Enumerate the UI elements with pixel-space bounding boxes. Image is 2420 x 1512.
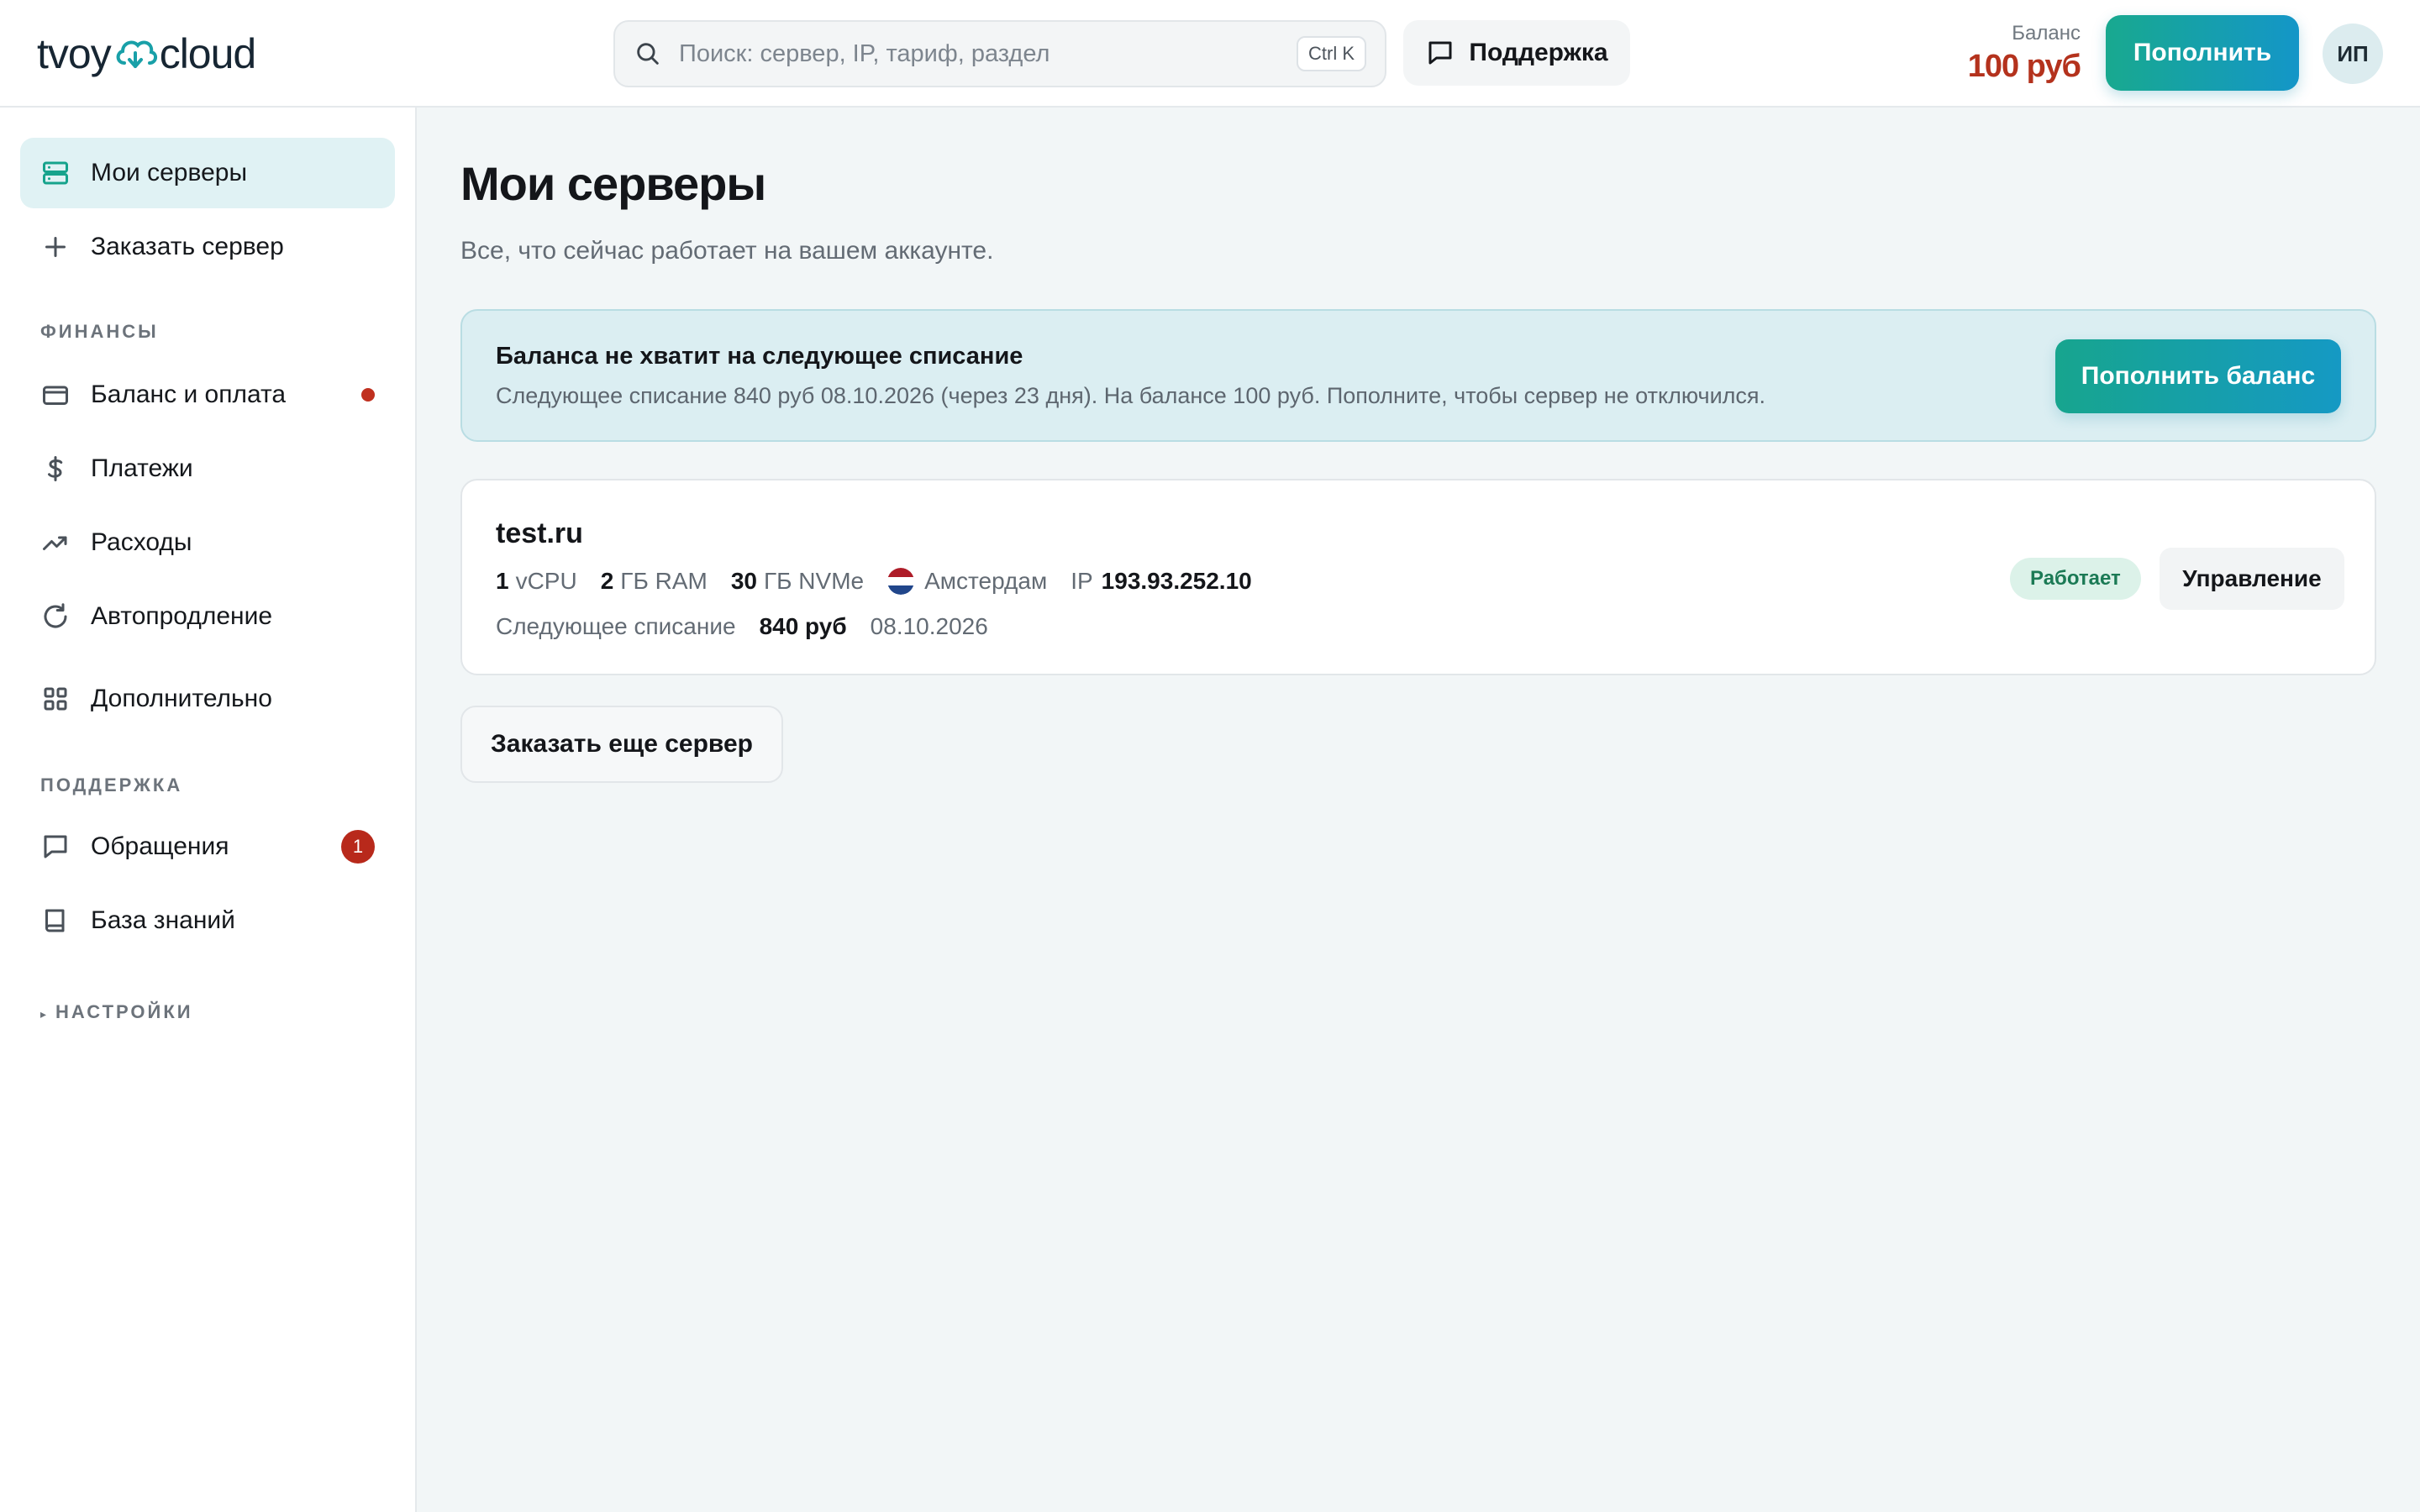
next-charge-date: 08.10.2026 [870, 613, 988, 639]
server-name[interactable]: test.ru [496, 517, 583, 550]
refresh-icon [44, 603, 67, 628]
server-billing: Следующее списание 840 руб 08.10.2026 [496, 613, 1012, 640]
dollar-icon [48, 456, 63, 481]
sidebar-item-label: Обращения [91, 832, 229, 860]
sidebar-item-balance[interactable]: Баланс и оплата [20, 360, 395, 430]
credit-card-icon [43, 386, 68, 405]
page-subtitle: Все, что сейчас работает на вашем аккаун… [460, 237, 994, 265]
spec-ram: 2 ГБ RAM [600, 568, 708, 594]
server-icon [43, 161, 68, 185]
trending-up-icon [43, 536, 67, 550]
sidebar-item-label: Расходы [91, 528, 192, 556]
server-card[interactable]: test.ru 1 vCPU 2 ГБ RAM 30 ГБ NVMe Амстерда… [460, 479, 2376, 675]
section-toggle-settings[interactable]: ▸ НАСТРОЙКИ [40, 1001, 193, 1023]
sidebar-item-label: Баланс и оплата [91, 381, 287, 408]
balance-value: 100 руб [1967, 49, 2081, 84]
low-balance-alert: Баланса не хватит на следующее списание … [460, 309, 2376, 442]
alert-text: Следующее списание 840 руб 08.10.2026 (ч… [496, 383, 1766, 408]
sidebar: Мои серверы Заказать сервер ФИНАНСЫ Бала… [0, 108, 417, 1512]
search-input[interactable]: Поиск: сервер, IP, тариф, раздел Ctrl K [613, 20, 1386, 87]
sidebar-item-expenses[interactable]: Расходы [20, 507, 395, 578]
spec-cpu: 1 vCPU [496, 568, 577, 594]
tickets-count-badge: 1 [341, 830, 375, 864]
sidebar-item-label: Дополнительно [91, 685, 272, 712]
avatar[interactable]: ИП [2323, 24, 2383, 84]
balance-label: Баланс [2012, 22, 2081, 45]
sidebar-item-label: Заказать сервер [91, 233, 284, 260]
search-shortcut: Ctrl K [1297, 36, 1366, 71]
sidebar-item-label: База знаний [91, 906, 235, 934]
chat-icon [1428, 41, 1452, 65]
alert-dot [361, 388, 375, 402]
chat-icon [44, 835, 67, 858]
sidebar-item-order-server[interactable]: Заказать сервер [20, 212, 395, 282]
header-balance: Баланс 100 руб [1968, 22, 2081, 85]
sidebar-item-autorenew[interactable]: Автопродление [20, 581, 395, 652]
section-label-support: ПОДДЕРЖКА [40, 774, 183, 795]
next-charge-label: Следующее списание [496, 613, 736, 639]
search-placeholder: Поиск: сервер, IP, тариф, раздел [679, 39, 1050, 67]
manage-button[interactable]: Управление [2160, 548, 2344, 610]
cloud-logo-icon [116, 40, 157, 68]
netherlands-flag-icon [887, 568, 915, 595]
section-label-finance: ФИНАНСЫ [40, 321, 159, 342]
sidebar-item-label: Мои серверы [91, 159, 248, 186]
search-icon [637, 43, 659, 65]
sidebar-item-extra[interactable]: Дополнительно [20, 664, 395, 734]
sidebar-item-my-servers[interactable]: Мои серверы [20, 138, 395, 208]
sidebar-item-label: Платежи [91, 454, 193, 482]
logo[interactable]: tvoy cloud [37, 29, 257, 79]
sidebar-item-tickets[interactable]: Обращения 1 [20, 811, 395, 882]
order-another-server-button[interactable]: Заказать еще сервер [460, 706, 783, 783]
sidebar-item-label: Автопродление [91, 602, 273, 630]
server-specs: 1 vCPU 2 ГБ RAM 30 ГБ NVMe Амстердам IP 193.… [496, 568, 1282, 595]
sidebar-item-knowledge[interactable]: База знаний [20, 885, 395, 956]
support-button[interactable]: Поддержка [1403, 20, 1630, 86]
spec-location: Амстердам [887, 568, 1047, 595]
spec-ip: IP 193.93.252.10 [1071, 568, 1252, 594]
section-label-settings: НАСТРОЙКИ [55, 1001, 193, 1022]
logo-text-right: cloud [159, 30, 257, 77]
support-label: Поддержка [1469, 39, 1608, 66]
sidebar-item-payments[interactable]: Платежи [20, 433, 395, 504]
book-icon [45, 909, 65, 932]
plus-icon [45, 237, 66, 257]
status-badge: Работает [2010, 558, 2141, 600]
alert-topup-button[interactable]: Пополнить баланс [2055, 339, 2341, 413]
page-title: Мои серверы [460, 157, 766, 210]
top-bar: tvoy cloud Поиск: сервер, IP, тариф, раз… [0, 0, 2420, 108]
next-charge-amount: 840 руб [759, 613, 847, 639]
grid-icon [44, 687, 67, 711]
spec-disk: 30 ГБ NVMe [730, 568, 865, 594]
logo-text-left: tvoy [37, 30, 112, 77]
alert-title: Баланса не хватит на следующее списание [496, 343, 1023, 370]
topup-button[interactable]: Пополнить [2106, 15, 2299, 91]
caret-right-icon: ▸ [40, 1007, 50, 1021]
